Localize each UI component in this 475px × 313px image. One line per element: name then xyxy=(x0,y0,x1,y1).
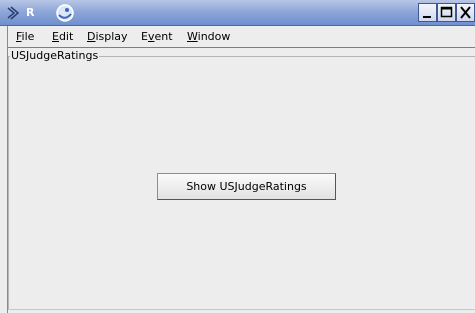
menu-bar: File Edit Display Event Window xyxy=(8,26,475,48)
close-icon xyxy=(460,6,471,19)
bottom-divider xyxy=(8,309,475,310)
minimize-icon xyxy=(423,16,431,18)
menu-event[interactable]: Event xyxy=(141,30,173,43)
menu-file[interactable]: File xyxy=(16,30,34,43)
menu-display[interactable]: Display xyxy=(87,30,128,43)
maximize-icon xyxy=(440,6,453,18)
r-logo-icon: R xyxy=(6,5,42,21)
menu-edit[interactable]: Edit xyxy=(52,30,73,43)
maximize-button[interactable] xyxy=(437,3,456,22)
group-title: USJudgeRatings xyxy=(10,49,100,62)
show-usjudgeratings-button[interactable]: Show USJudgeRatings xyxy=(157,173,336,200)
r-logo-letter: R xyxy=(26,6,35,19)
close-button[interactable] xyxy=(456,3,475,22)
window-titlebar[interactable]: R xyxy=(0,0,475,26)
menu-window[interactable]: Window xyxy=(187,30,230,43)
minimize-button[interactable] xyxy=(418,3,437,22)
swirl-icon xyxy=(55,3,75,23)
